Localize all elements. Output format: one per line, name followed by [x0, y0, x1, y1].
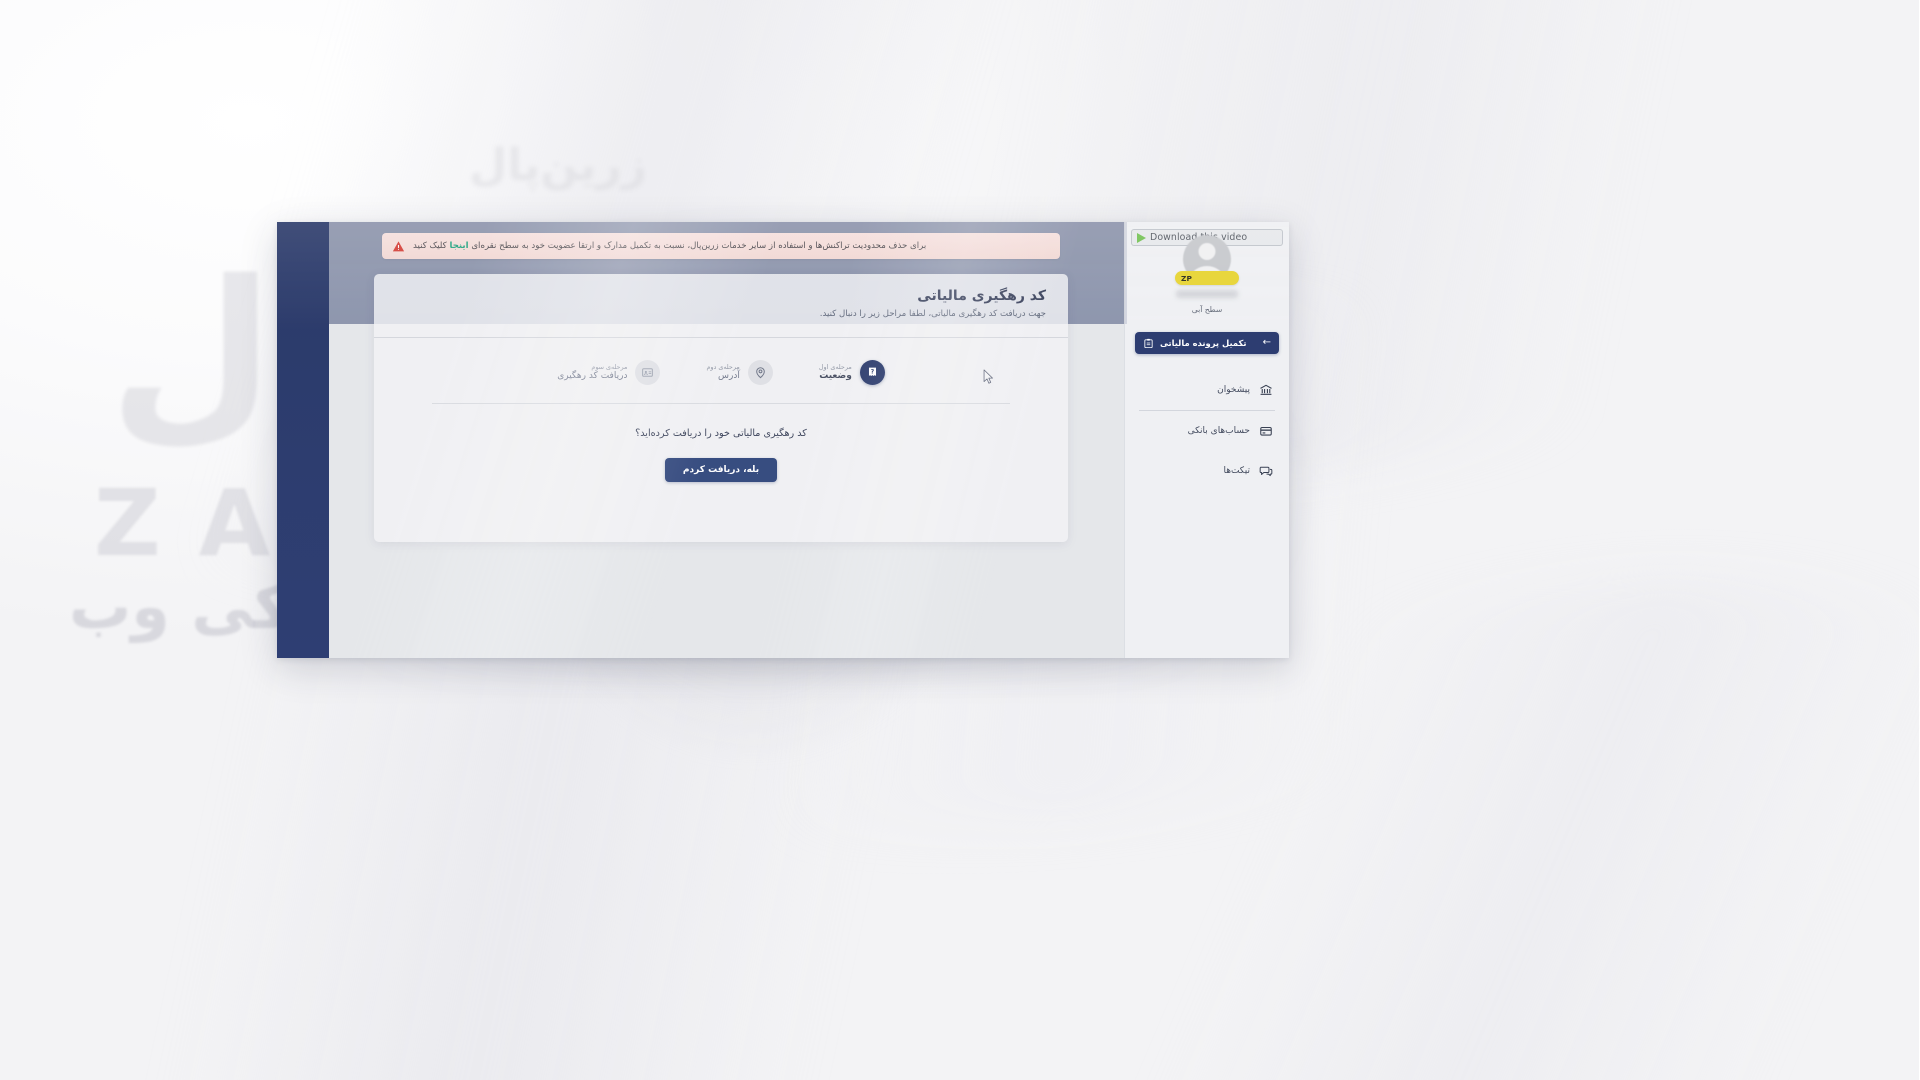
username-redacted	[1177, 290, 1239, 298]
question-text: کد رهگیری مالیاتی خود را دریافت کرده‌اید…	[636, 428, 808, 439]
sidebar-item-bank-accounts-label: حساب‌های بانکی	[1188, 426, 1251, 436]
complete-tax-file-button[interactable]: ← تکمیل پرونده مالیاتی	[1136, 332, 1280, 354]
step-3-name: دریافت کد رهگیری	[558, 370, 629, 381]
right-sidebar: Download this video ZP سطح آبی ← تکمیل پ…	[1125, 222, 1290, 658]
svg-text:?: ?	[872, 369, 876, 376]
step-3-kicker: مرحله‌ی سوم	[592, 362, 629, 371]
alert-text: برای حذف محدودیت تراکنش‌ها و استفاده از …	[414, 241, 927, 251]
alert-text-before: برای حذف محدودیت تراکنش‌ها و استفاده از …	[469, 241, 928, 251]
map-pin-icon	[757, 367, 766, 379]
credit-card-icon	[1261, 426, 1273, 436]
yes-received-button[interactable]: بله، دریافت کردم	[665, 458, 779, 482]
card-header: کد رهگیری مالیاتی جهت دریافت کد رهگیری م…	[375, 274, 1069, 329]
sidebar-item-bank-accounts[interactable]: حساب‌های بانکی	[1126, 411, 1290, 451]
step-2-address[interactable]: مرحله‌ی دوم آدرس	[707, 360, 774, 385]
complete-tax-file-label: تکمیل پرونده مالیاتی	[1161, 338, 1248, 348]
question-document-icon: ?	[869, 367, 877, 377]
step-1-kicker: مرحله‌ی اول	[819, 362, 853, 371]
sidebar-nav: پیشخوان حساب‌های بانکی	[1126, 370, 1290, 491]
alert-link[interactable]: اینجا	[450, 241, 469, 251]
arrow-left-icon: ←	[1263, 337, 1272, 348]
account-level-label: سطح آبی	[1192, 305, 1224, 314]
bank-icon	[1261, 384, 1273, 395]
question-block: کد رهگیری مالیاتی خود را دریافت کرده‌اید…	[375, 404, 1069, 482]
page-subtitle: جهت دریافت کد رهگیری مالیاتی، لطفا مراحل…	[820, 309, 1047, 319]
sidebar-item-tickets-label: تیکت‌ها	[1224, 466, 1251, 476]
step-2-circle	[748, 360, 774, 385]
upgrade-alert-banner[interactable]: برای حذف محدودیت تراکنش‌ها و استفاده از …	[383, 233, 1061, 259]
embedded-screenshot: برای حذف محدودیت تراکنش‌ها و استفاده از …	[278, 222, 1290, 658]
alert-text-after: کلیک کنید	[414, 241, 451, 251]
page-title: کد رهگیری مالیاتی	[918, 288, 1047, 304]
step-1-status[interactable]: ? مرحله‌ی اول وضعیت	[820, 360, 886, 385]
warning-triangle-icon	[393, 240, 406, 251]
sidebar-item-dashboard[interactable]: پیشخوان	[1126, 370, 1290, 410]
step-2-labels: مرحله‌ی دوم آدرس	[707, 363, 740, 382]
step-3-receive-code[interactable]: مرحله‌ی سوم دریافت کد رهگیری	[558, 360, 662, 385]
tax-tracking-card: کد رهگیری مالیاتی جهت دریافت کد رهگیری م…	[375, 274, 1069, 542]
sidebar-item-tickets[interactable]: تیکت‌ها	[1126, 451, 1290, 491]
step-2-name: آدرس	[718, 370, 741, 381]
zp-badge-label: ZP	[1182, 273, 1194, 283]
sidebar-item-dashboard-label: پیشخوان	[1218, 385, 1251, 395]
stepper: ? مرحله‌ی اول وضعیت	[375, 338, 1069, 403]
chat-bubbles-icon	[1260, 466, 1274, 477]
step-3-labels: مرحله‌ی سوم دریافت کد رهگیری	[558, 363, 628, 382]
zp-badge: ZP	[1176, 271, 1240, 285]
step-1-labels: مرحله‌ی اول وضعیت	[820, 363, 853, 382]
step-1-name: وضعیت	[820, 370, 853, 381]
profile-block: ZP سطح آبی	[1126, 235, 1290, 314]
step-2-kicker: مرحله‌ی دوم	[707, 362, 741, 371]
step-3-circle	[636, 360, 662, 385]
tax-file-icon	[1145, 338, 1154, 348]
page-root: زرین‌پال زرین‌پال ZARINPAL سرعت بی نهایت…	[0, 0, 1920, 1080]
watermark-faint: زرین‌پال	[470, 140, 648, 191]
id-card-icon	[643, 368, 655, 377]
step-1-circle: ?	[860, 360, 886, 385]
navy-left-rail	[278, 222, 330, 658]
